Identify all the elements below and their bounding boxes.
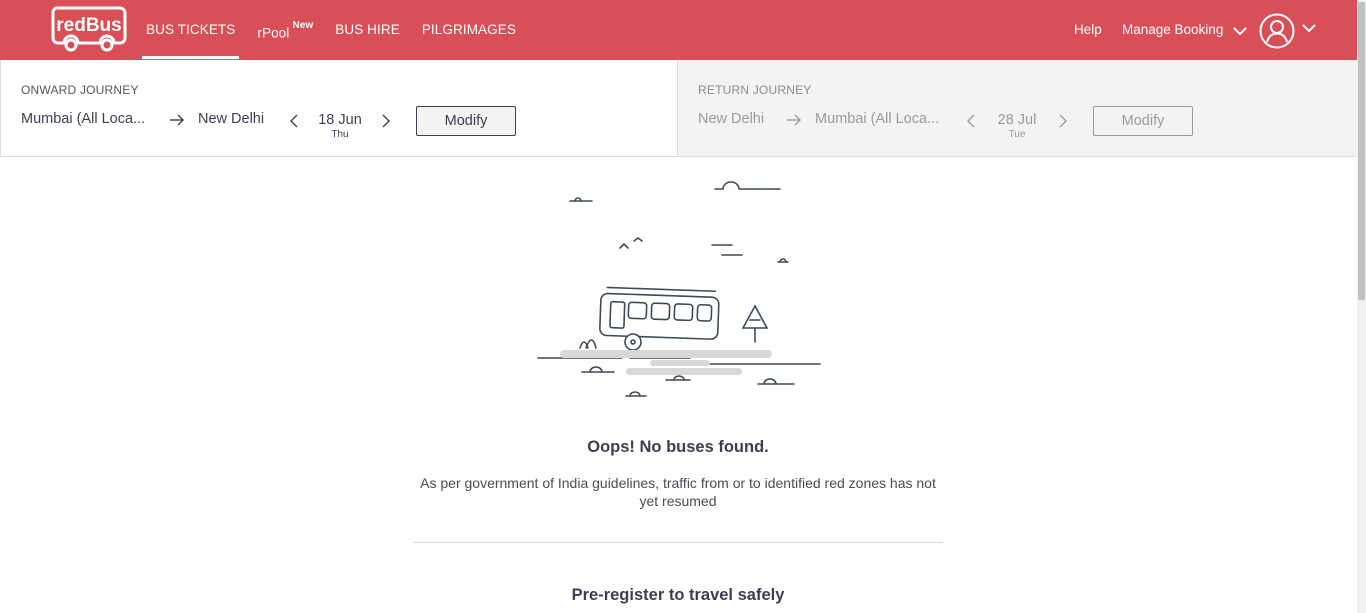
nav-bus-hire-label: BUS HIRE (335, 22, 400, 37)
onward-journey-label: ONWARD JOURNEY (21, 83, 139, 97)
section-divider (414, 542, 943, 543)
prev-date-icon[interactable] (289, 114, 299, 128)
return-modify-button[interactable]: Modify (1093, 106, 1193, 136)
nav-rpool[interactable]: rPool New (257, 0, 313, 60)
onward-to-city[interactable]: New Delhi (198, 111, 264, 127)
return-date[interactable]: 28 Jul (987, 112, 1047, 128)
nav-rpool-label: rPool (257, 25, 290, 41)
account-chevron-down-icon[interactable] (1301, 23, 1317, 33)
return-to-city[interactable]: Mumbai (All Loca... (815, 111, 939, 127)
return-from-city[interactable]: New Delhi (698, 111, 764, 127)
arrow-right-icon (170, 114, 184, 126)
return-journey-label: RETURN JOURNEY (698, 83, 812, 97)
nav-bus-hire[interactable]: BUS HIRE (335, 0, 400, 60)
redbus-logo[interactable]: redBus (50, 4, 128, 56)
page-scrollbar[interactable] (1357, 0, 1366, 613)
nav-bus-tickets-label: BUS TICKETS (146, 22, 236, 37)
no-buses-message: As per government of India guidelines, t… (420, 475, 936, 509)
onward-from-city[interactable]: Mumbai (All Loca... (21, 111, 145, 127)
logo-text: redBus (56, 15, 121, 36)
onward-modify-button[interactable]: Modify (416, 106, 516, 136)
onward-day: Thu (331, 129, 349, 140)
top-header: redBus BUS TICKETS rPool New BUS HIRE PIL… (0, 0, 1357, 60)
user-avatar-icon[interactable] (1259, 13, 1295, 49)
return-day: Tue (1008, 129, 1026, 140)
nav-pilgrimages[interactable]: PILGRIMAGES (422, 0, 516, 60)
return-journey-panel: RETURN JOURNEY New Delhi Mumbai (All Loc… (678, 60, 1357, 156)
main-nav: BUS TICKETS rPool New BUS HIRE PILGRIMAGE… (141, 0, 538, 60)
new-badge: New (292, 20, 314, 31)
prev-date-icon[interactable] (966, 114, 976, 128)
scrollbar-thumb[interactable] (1358, 2, 1365, 300)
pre-register-title: Pre-register to travel safely (571, 586, 785, 604)
onward-journey-panel: ONWARD JOURNEY Mumbai (All Loca... New D… (0, 60, 678, 156)
onward-date[interactable]: 18 Jun (310, 112, 370, 128)
no-buses-illustration (537, 181, 821, 397)
nav-bus-tickets[interactable]: BUS TICKETS (141, 0, 240, 60)
no-buses-title: Oops! No buses found. (587, 438, 769, 456)
next-date-icon[interactable] (381, 114, 391, 128)
manage-booking-dropdown[interactable]: Manage Booking (1122, 0, 1223, 60)
help-link[interactable]: Help (1074, 0, 1102, 60)
next-date-icon[interactable] (1058, 114, 1068, 128)
nav-pilgrimages-label: PILGRIMAGES (421, 22, 516, 37)
chevron-down-icon[interactable] (1232, 26, 1248, 36)
search-summary-strip: ONWARD JOURNEY Mumbai (All Loca... New D… (0, 60, 1357, 157)
arrow-right-icon (787, 114, 801, 126)
